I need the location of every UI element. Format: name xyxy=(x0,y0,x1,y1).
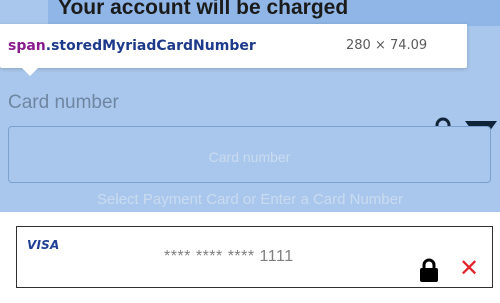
tooltip-arrow xyxy=(22,68,38,76)
tooltip-tag: span xyxy=(8,38,46,54)
tooltip-dimensions: 280 × 74.09 xyxy=(346,38,428,53)
tooltip-selector: span.storedMyriadCardNumber xyxy=(8,37,256,55)
card-number-label: Card number xyxy=(8,92,119,113)
tooltip-class: .storedMyriadCardNumber xyxy=(45,38,256,54)
masked-card-number: **** **** **** 1111 xyxy=(164,248,294,265)
visa-logo: VISA xyxy=(27,238,60,252)
charged-text: Your account will be charged xyxy=(58,0,349,19)
devtools-tooltip: span.storedMyriadCardNumber 280 × 74.09 xyxy=(0,24,467,68)
close-icon[interactable]: ✕ xyxy=(456,255,482,281)
card-number-placeholder: Card number xyxy=(208,149,291,165)
payment-hint: Select Payment Card or Enter a Card Numb… xyxy=(97,191,403,208)
card-number-input[interactable]: Card number xyxy=(8,126,491,183)
lock-icon xyxy=(420,258,438,282)
